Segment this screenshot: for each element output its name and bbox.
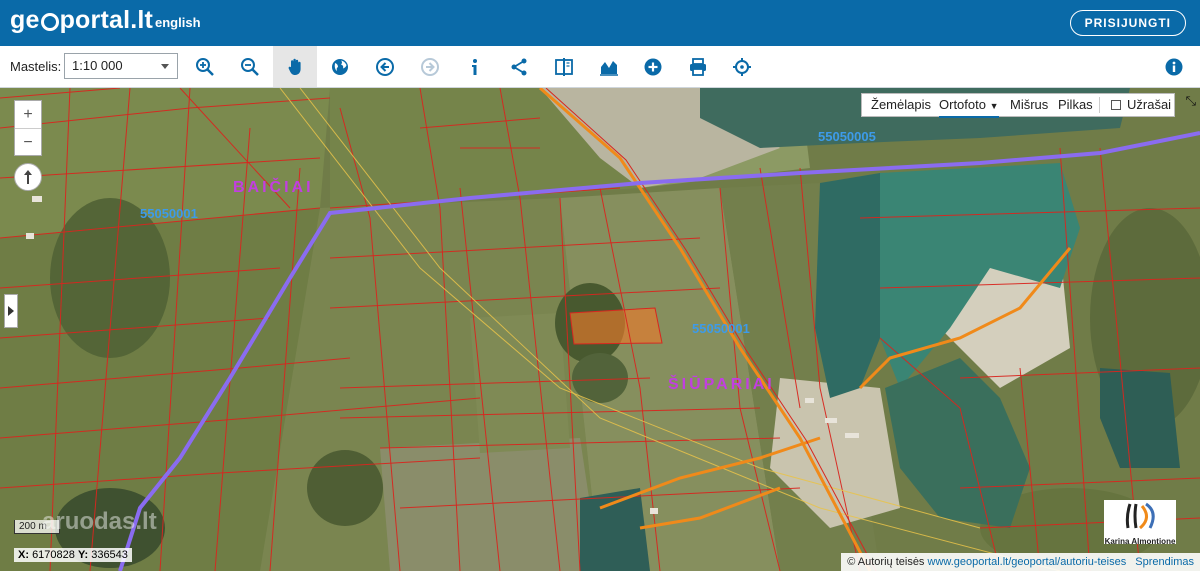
add-button[interactable]: [631, 46, 675, 87]
scale-label: Mastelis:: [10, 59, 62, 74]
login-button[interactable]: PRISIJUNGTI: [1069, 10, 1186, 36]
coordinates-readout: X: 6170828 Y: 336543: [14, 548, 132, 562]
brand-name: Karina Almontione: [1104, 537, 1176, 546]
map-toolbar: Mastelis: 1:10 000: [0, 46, 1200, 88]
cadastral-label: 55050005: [818, 129, 876, 144]
compare-icon: [555, 57, 573, 76]
place-label-siupariai: ŠIŪPARIAI: [668, 376, 775, 393]
help-button[interactable]: [1152, 46, 1196, 87]
copyright-link[interactable]: www.geoportal.lt/geoportal/autoriu-teise…: [928, 556, 1127, 568]
info-icon: [472, 58, 477, 75]
copyright-bar: © Autorių teisės www.geoportal.lt/geopor…: [841, 553, 1200, 571]
share-button[interactable]: [497, 46, 541, 87]
pan-button[interactable]: [273, 46, 317, 87]
north-arrow-icon: [24, 170, 32, 184]
place-label-baiciai: BAIČIAI: [233, 179, 314, 196]
locate-button[interactable]: [720, 46, 764, 87]
basemap-option-ortofoto[interactable]: Ortofoto ▼: [939, 94, 999, 118]
print-icon: [690, 57, 706, 76]
basemap-option-label: Ortofoto: [939, 97, 986, 112]
labels-toggle-label[interactable]: Užrašai: [1127, 94, 1171, 116]
basemap-switcher: Žemėlapis Ortofoto ▼ Mišrus Pilkas Užraš…: [861, 93, 1175, 118]
north-reset-button[interactable]: [14, 163, 42, 191]
zoom-out-icon: [241, 57, 259, 76]
info-button[interactable]: [453, 46, 497, 87]
zoom-in-icon: [196, 57, 214, 76]
share-icon: [511, 58, 527, 75]
info-circle-icon: [1165, 58, 1183, 75]
expand-arrow-icon[interactable]: ⤡: [1186, 93, 1196, 109]
brand-logo-icon: [1125, 502, 1155, 530]
basemap-option-misrus[interactable]: Mišrus: [1010, 94, 1048, 116]
zoom-control: + −: [14, 100, 42, 156]
scale-select[interactable]: 1:10 000: [64, 53, 178, 79]
zoom-in-button[interactable]: [183, 46, 227, 87]
forward-button[interactable]: [408, 46, 452, 87]
scale-value: 1:10 000: [72, 58, 123, 73]
logo-text-post: portal.lt: [59, 6, 154, 34]
map-zoom-in-button[interactable]: +: [15, 101, 41, 128]
labels-checkbox[interactable]: [1111, 100, 1121, 110]
caret-down-icon: [161, 64, 169, 69]
zoom-out-button[interactable]: [228, 46, 272, 87]
elevation-profile-button[interactable]: [587, 46, 631, 87]
pan-hand-icon: [288, 58, 301, 75]
chevron-right-icon: [8, 306, 14, 316]
logo-globe-icon: [40, 12, 59, 31]
copyright-text: © Autorių teisės: [847, 556, 925, 568]
cadastral-label: 55050001: [692, 321, 750, 336]
cadastral-label: 55050001: [140, 206, 198, 221]
divider: [1099, 97, 1100, 113]
compare-button[interactable]: [542, 46, 586, 87]
side-panel-toggle[interactable]: [4, 294, 18, 328]
map-zoom-out-button[interactable]: −: [15, 128, 41, 156]
language-link[interactable]: english: [155, 15, 201, 30]
elevation-profile-icon: [600, 60, 618, 76]
y-label: Y:: [77, 549, 89, 561]
watermark: aruodas.lt: [42, 508, 157, 535]
caret-down-icon: ▼: [989, 101, 999, 111]
print-button[interactable]: [676, 46, 720, 87]
add-icon: [644, 58, 662, 75]
map-view[interactable]: BAIČIAI ŠIŪPARIAI 55050001 55050005 5505…: [0, 88, 1200, 571]
geoportal-logo[interactable]: ge portal.lt: [10, 6, 153, 35]
back-arrow-icon: [376, 57, 394, 76]
basemap-option-zemelapis[interactable]: Žemėlapis: [871, 94, 931, 116]
orthophoto-map[interactable]: [0, 88, 1200, 571]
basemap-option-pilkas[interactable]: Pilkas: [1058, 94, 1093, 116]
x-value: 6170828: [32, 549, 75, 561]
logo-text-pre: ge: [10, 6, 40, 34]
forward-arrow-icon: [421, 57, 439, 76]
back-button[interactable]: [363, 46, 407, 87]
locate-icon: [733, 57, 751, 76]
agent-brand-logo: Karina Almontione: [1104, 500, 1176, 546]
x-label: X:: [18, 549, 29, 561]
sprendimas-link[interactable]: Sprendimas: [1135, 556, 1194, 568]
globe-button[interactable]: [318, 46, 362, 87]
y-value: 336543: [91, 549, 128, 561]
app-header: ge portal.lt english PRISIJUNGTI: [0, 0, 1200, 46]
globe-icon: [332, 58, 348, 75]
